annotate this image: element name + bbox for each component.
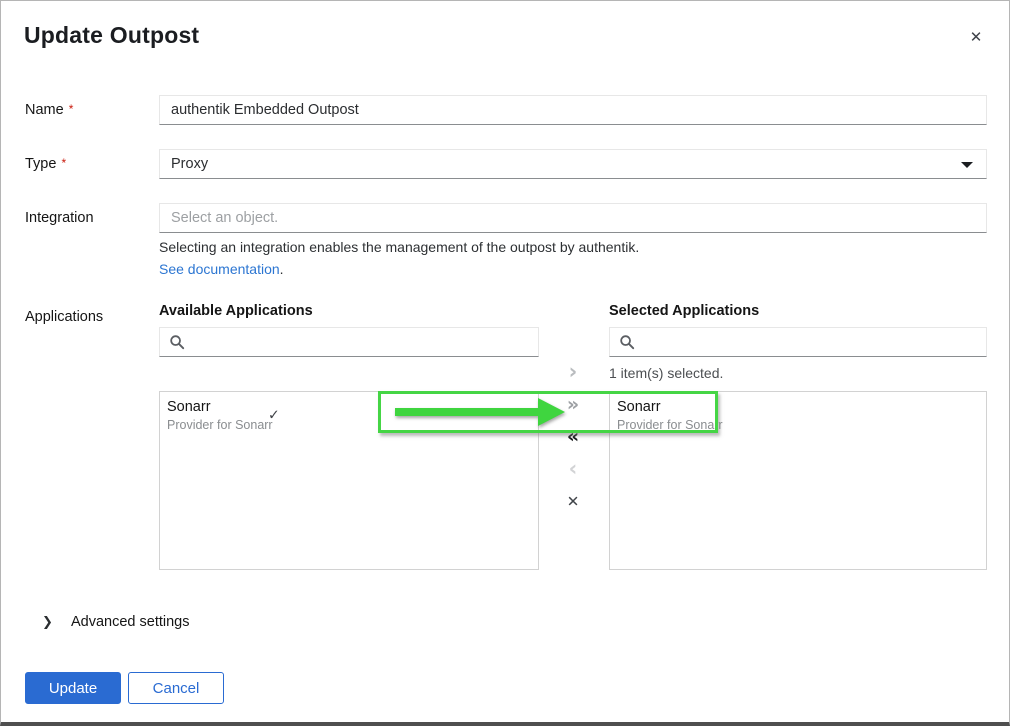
integration-label: Integration [25, 210, 150, 226]
add-all-button[interactable]: » [567, 396, 579, 415]
search-icon [619, 334, 635, 350]
type-label: Type* [25, 156, 150, 172]
integration-help-text: Selecting an integration enables the man… [159, 239, 639, 255]
available-search-input[interactable] [159, 327, 539, 357]
search-icon [169, 334, 185, 350]
app-title: Sonarr [167, 398, 530, 416]
page-title: Update Outpost [24, 22, 199, 49]
selected-count-status: 1 item(s) selected. [609, 365, 723, 381]
type-select-value: Proxy [171, 156, 208, 172]
list-item-selected-sonarr[interactable]: Sonarr Provider for Sonarr [610, 392, 986, 438]
check-icon: ✓ [268, 407, 280, 424]
selected-applications-list: Sonarr Provider for Sonarr [609, 391, 987, 570]
cancel-button[interactable]: Cancel [128, 672, 224, 704]
app-subtitle: Provider for Sonarr [167, 417, 530, 433]
see-documentation-link[interactable]: See documentation [159, 261, 280, 277]
name-field-value: authentik Embedded Outpost [171, 102, 359, 118]
applications-label: Applications [25, 309, 150, 325]
selected-search-input[interactable] [609, 327, 987, 357]
selected-applications-header: Selected Applications [609, 303, 759, 319]
remove-all-button[interactable]: « [567, 428, 579, 447]
list-item-available-sonarr[interactable]: Sonarr Provider for Sonarr ✓ [160, 392, 538, 438]
type-select[interactable]: Proxy [159, 149, 987, 179]
chevron-right-icon[interactable]: ❯ [42, 615, 53, 630]
app-subtitle: Provider for Sonarr [617, 417, 978, 433]
available-applications-header: Available Applications [159, 303, 313, 319]
add-selected-button[interactable]: › [569, 362, 578, 383]
update-outpost-modal: Update Outpost ✕ Name* authentik Embedde… [0, 0, 1010, 726]
integration-placeholder: Select an object. [171, 210, 278, 226]
chevron-down-icon [961, 162, 973, 168]
advanced-settings-toggle[interactable]: Advanced settings [71, 614, 190, 630]
remove-selected-button[interactable]: ‹ [569, 459, 578, 480]
required-asterisk: * [69, 102, 74, 116]
required-asterisk: * [61, 156, 66, 170]
name-label: Name* [25, 102, 150, 118]
app-title: Sonarr [617, 398, 978, 416]
integration-field[interactable]: Select an object. [159, 203, 987, 233]
available-applications-list: Sonarr Provider for Sonarr ✓ [159, 391, 539, 570]
close-icon[interactable]: ✕ [966, 28, 986, 48]
name-field[interactable]: authentik Embedded Outpost [159, 95, 987, 125]
update-button[interactable]: Update [25, 672, 121, 704]
integration-doc-line: See documentation. [159, 261, 284, 277]
clear-selection-button[interactable]: ✕ [567, 495, 580, 510]
